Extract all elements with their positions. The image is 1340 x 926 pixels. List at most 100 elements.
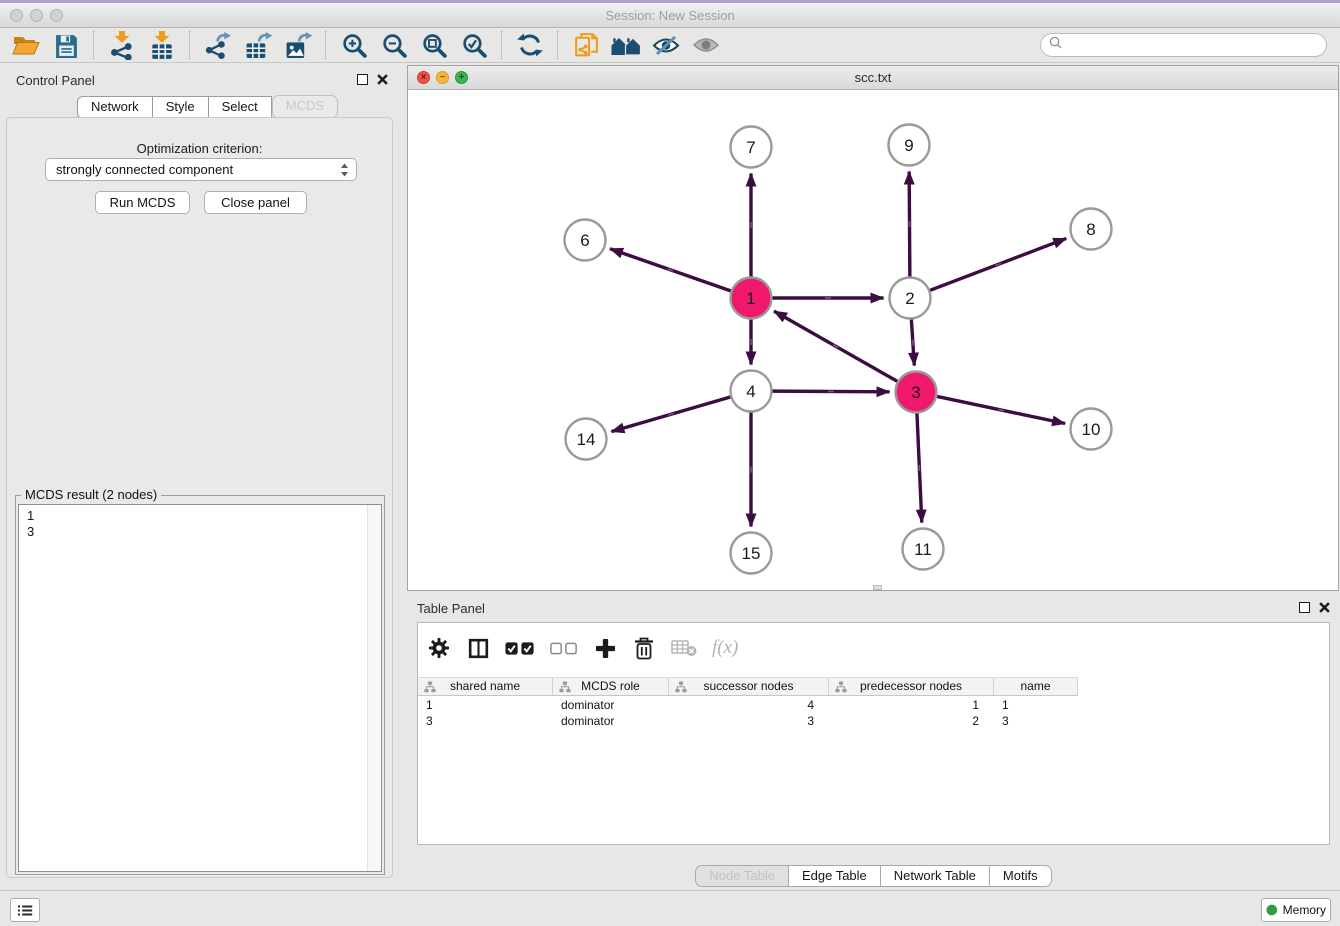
export-table-icon[interactable] xyxy=(238,29,278,61)
tab-motifs[interactable]: Motifs xyxy=(990,865,1052,887)
add-column-icon[interactable] xyxy=(593,638,617,659)
graph-node-11[interactable]: 11 xyxy=(903,529,944,570)
graph-node-9[interactable]: 9 xyxy=(889,125,930,166)
graph-node-8[interactable]: 8 xyxy=(1071,209,1112,250)
zoom-in-icon[interactable] xyxy=(334,29,374,61)
main-titlebar: Session: New Session xyxy=(0,3,1340,28)
node-table: f(x) shared nameMCDS rolesuccessor nodes… xyxy=(417,622,1330,845)
close-panel-action-button[interactable]: Close panel xyxy=(204,191,307,214)
network-frame-title: scc.txt xyxy=(408,70,1338,85)
delete-column-icon[interactable] xyxy=(632,637,656,660)
import-network-icon[interactable] xyxy=(102,29,142,61)
network-canvas[interactable]: 7 9 6 8 1 2 4 3 14 10 15 11 xyxy=(408,90,1338,590)
table-cell: dominator xyxy=(553,697,669,713)
mcds-result-list[interactable]: 13 xyxy=(18,504,382,872)
column-header-shared-name[interactable]: shared name xyxy=(418,678,553,695)
graph-node-label: 2 xyxy=(905,289,914,308)
toolbar-separator xyxy=(501,31,503,59)
table-row[interactable]: 1dominator411 xyxy=(418,697,1078,713)
memory-button[interactable]: Memory xyxy=(1261,898,1331,922)
network-frame-titlebar: × − + scc.txt xyxy=(408,66,1338,90)
table-toolbar: f(x) xyxy=(427,631,738,665)
column-header-successor-nodes[interactable]: successor nodes xyxy=(669,678,829,695)
zoom-selected-icon[interactable] xyxy=(454,29,494,61)
graph-node-1[interactable]: 1 xyxy=(731,278,772,319)
float-panel-button[interactable] xyxy=(357,74,368,85)
tab-network-table[interactable]: Network Table xyxy=(881,865,990,887)
graph-node-14[interactable]: 14 xyxy=(566,419,607,460)
tab-style[interactable]: Style xyxy=(153,96,209,119)
column-header-name[interactable]: name xyxy=(994,678,1078,695)
control-panel: Control Panel NetworkStyleSelectMCDS Opt… xyxy=(0,63,400,888)
search-input[interactable] xyxy=(1067,37,1318,53)
graph-node-6[interactable]: 6 xyxy=(565,220,606,261)
mcds-result-item[interactable]: 1 xyxy=(27,508,381,524)
table-cell: 3 xyxy=(669,713,829,729)
mcds-result-item[interactable]: 3 xyxy=(27,524,381,540)
tree-icon xyxy=(424,681,436,698)
function-builder-icon: f(x) xyxy=(712,637,738,659)
network-view-frame: × − + scc.txt 7 9 6 8 1 2 4 3 14 10 15 11 xyxy=(407,65,1339,591)
deselect-all-icon[interactable] xyxy=(550,642,578,655)
close-icon xyxy=(377,74,388,85)
application-window: Session: New Session Control Panel Netwo… xyxy=(0,0,1340,926)
mcds-panel: Optimization criterion: strongly connect… xyxy=(6,117,393,878)
graph-node-2[interactable]: 2 xyxy=(890,278,931,319)
graph-node-label: 11 xyxy=(914,540,932,559)
float-table-panel-button[interactable] xyxy=(1299,602,1310,613)
import-table-icon[interactable] xyxy=(142,29,182,61)
search-box[interactable] xyxy=(1040,33,1327,57)
column-header-predecessor-nodes[interactable]: predecessor nodes xyxy=(829,678,994,695)
tab-select[interactable]: Select xyxy=(209,96,272,119)
graph-node-label: 9 xyxy=(904,136,913,155)
copy-network-icon[interactable] xyxy=(566,29,606,61)
zoom-out-icon[interactable] xyxy=(374,29,414,61)
graph-node-3[interactable]: 3 xyxy=(896,372,937,413)
table-row[interactable]: 3dominator323 xyxy=(418,713,1078,729)
graph-node-label: 1 xyxy=(746,289,755,308)
hide-selected-icon[interactable] xyxy=(646,29,686,61)
close-table-panel-button[interactable] xyxy=(1319,602,1330,613)
mcds-result-group: MCDS result (2 nodes) 13 xyxy=(15,495,385,875)
table-settings-icon[interactable] xyxy=(427,637,451,659)
graph-node-label: 14 xyxy=(577,430,596,449)
run-mcds-button[interactable]: Run MCDS xyxy=(95,191,190,214)
graph-node-label: 10 xyxy=(1082,420,1101,439)
close-panel-button[interactable] xyxy=(377,74,388,85)
show-all-icon[interactable] xyxy=(686,29,726,61)
save-session-icon[interactable] xyxy=(46,29,86,61)
table-columns-icon[interactable] xyxy=(466,638,490,659)
table-panel-title: Table Panel xyxy=(417,601,485,616)
zoom-fit-icon[interactable] xyxy=(414,29,454,61)
criterion-dropdown[interactable]: strongly connected component xyxy=(45,158,357,181)
home-icon[interactable] xyxy=(606,29,646,61)
graph-node-4[interactable]: 4 xyxy=(731,371,772,412)
table-cell: 2 xyxy=(829,713,994,729)
tab-edge-table[interactable]: Edge Table xyxy=(789,865,881,887)
tab-mcds[interactable]: MCDS xyxy=(272,95,338,119)
table-cell: dominator xyxy=(553,713,669,729)
tree-icon xyxy=(835,681,847,698)
table-cell: 4 xyxy=(669,697,829,713)
export-image-icon[interactable] xyxy=(278,29,318,61)
result-scrollbar[interactable] xyxy=(367,505,381,871)
frame-resize-handle[interactable] xyxy=(873,585,882,590)
table-cell: 3 xyxy=(994,713,1078,729)
toolbar-separator xyxy=(189,31,191,59)
refresh-network-icon[interactable] xyxy=(510,29,550,61)
window-title: Session: New Session xyxy=(0,8,1340,23)
export-network-icon[interactable] xyxy=(198,29,238,61)
open-session-icon[interactable] xyxy=(6,29,46,61)
tab-network[interactable]: Network xyxy=(77,96,153,119)
table-panel: Table Panel f(x) shared nameMCDS rolesuc… xyxy=(407,595,1340,888)
graph-node-15[interactable]: 15 xyxy=(731,533,772,574)
graph-node-7[interactable]: 7 xyxy=(731,127,772,168)
graph-node-10[interactable]: 10 xyxy=(1071,409,1112,450)
task-history-button[interactable] xyxy=(10,898,40,922)
table-tabs: Node TableEdge TableNetwork TableMotifs xyxy=(407,865,1340,887)
criterion-value: strongly connected component xyxy=(56,162,233,177)
column-header-mcds-role[interactable]: MCDS role xyxy=(553,678,669,695)
tab-node-table[interactable]: Node Table xyxy=(695,865,789,887)
select-all-icon[interactable] xyxy=(505,641,535,656)
toolbar-separator xyxy=(557,31,559,59)
